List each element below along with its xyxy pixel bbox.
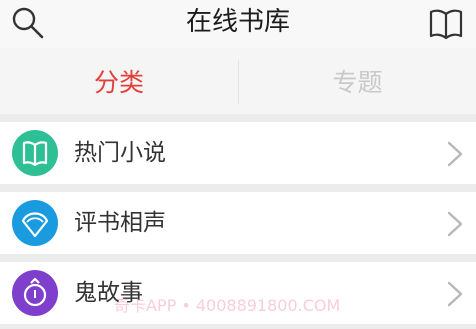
fan-icon — [21, 212, 49, 238]
tab-categories[interactable]: 分类 — [0, 48, 238, 114]
chevron-right-icon — [447, 141, 463, 167]
category-row-storytelling-crosstalk[interactable]: 评书相声 — [0, 192, 476, 254]
open-book-icon — [22, 141, 48, 167]
bookshelf-button[interactable] — [428, 5, 464, 41]
watermark-text: 奇卡APP • 4008891800.COM — [114, 296, 341, 315]
category-icon-storytelling-crosstalk — [12, 200, 58, 246]
category-icon-popular-novels — [12, 130, 58, 176]
category-row-popular-novels[interactable]: 热门小说 — [0, 122, 476, 184]
tab-bar: 分类 专题 — [0, 48, 476, 114]
open-book-icon — [429, 9, 463, 40]
tab-topics[interactable]: 专题 — [239, 48, 476, 114]
chevron-right-icon — [447, 211, 463, 237]
lantern-icon — [23, 277, 47, 307]
category-label: 热门小说 — [74, 140, 166, 166]
page-title: 在线书库 — [185, 7, 290, 37]
category-label: 评书相声 — [74, 210, 166, 236]
category-icon-ghost-stories — [12, 270, 58, 316]
top-bar: 在线书库 — [0, 0, 476, 48]
chevron-right-icon — [447, 281, 463, 307]
